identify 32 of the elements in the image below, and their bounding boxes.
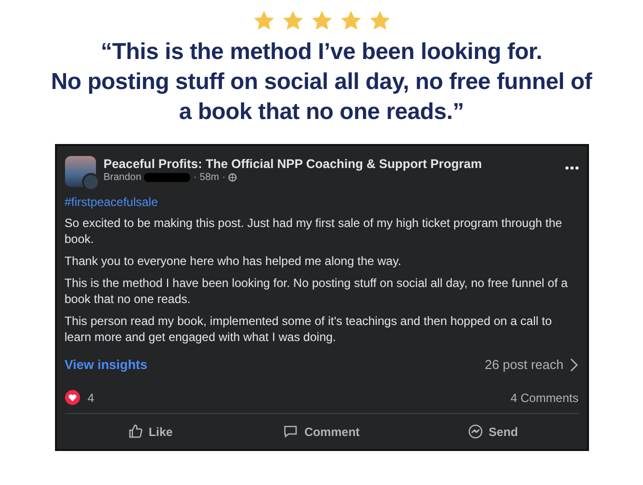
star-icon bbox=[282, 10, 304, 32]
star-icon bbox=[252, 10, 274, 32]
post-paragraph: So excited to be making this post. Just had my first sale of my high ticket program through the book. bbox=[64, 215, 564, 247]
send-button[interactable]: Send bbox=[407, 414, 578, 449]
reaction-count: 4 bbox=[88, 390, 94, 404]
quote-text: a book that no one reads.” bbox=[179, 97, 464, 126]
star-icon bbox=[310, 10, 332, 32]
post-paragraph: Thank you to everyone here who has helped me along the way. bbox=[64, 253, 402, 269]
speech-bubble-icon bbox=[283, 424, 298, 439]
like-button[interactable]: Like bbox=[64, 414, 236, 449]
heart-reaction-icon[interactable] bbox=[64, 390, 80, 405]
star-icon bbox=[340, 10, 362, 32]
author-name: Brandon bbox=[104, 172, 142, 183]
more-options-icon[interactable] bbox=[564, 166, 578, 170]
post-paragraph: This is the method I have been looking for. No posting stuff on social all day, no free funnel of a book that no one reads. bbox=[64, 275, 569, 307]
view-insights-link[interactable]: View insights bbox=[64, 357, 148, 372]
messenger-icon bbox=[468, 424, 483, 439]
hashtag-link[interactable]: #firstpeacefulsale bbox=[64, 195, 578, 209]
post-reach[interactable]: 26 post reach bbox=[484, 357, 578, 372]
comments-count[interactable]: 4 Comments bbox=[510, 390, 578, 404]
separator-dot: · bbox=[222, 172, 226, 183]
comment-button[interactable]: Comment bbox=[236, 414, 408, 449]
globe-icon bbox=[228, 173, 238, 182]
post-time: 58m bbox=[200, 172, 220, 183]
chevron-right-icon bbox=[570, 358, 578, 372]
post-paragraph: This person read my book, implemented some of it's teachings and then hopped on a call to learn more and get engaged with what I was doing. bbox=[64, 313, 553, 345]
group-name: Peaceful Profits: The Official NPP Coaching & Support Program bbox=[104, 156, 483, 172]
star-icon bbox=[368, 10, 390, 32]
quote-text: No posting stuff on social all day, no free funnel of bbox=[51, 67, 592, 96]
separator-dot: · bbox=[193, 172, 197, 183]
quote-text: “This is the method I’ve been looking for. bbox=[100, 37, 542, 66]
thumbs-up-icon bbox=[128, 424, 143, 439]
